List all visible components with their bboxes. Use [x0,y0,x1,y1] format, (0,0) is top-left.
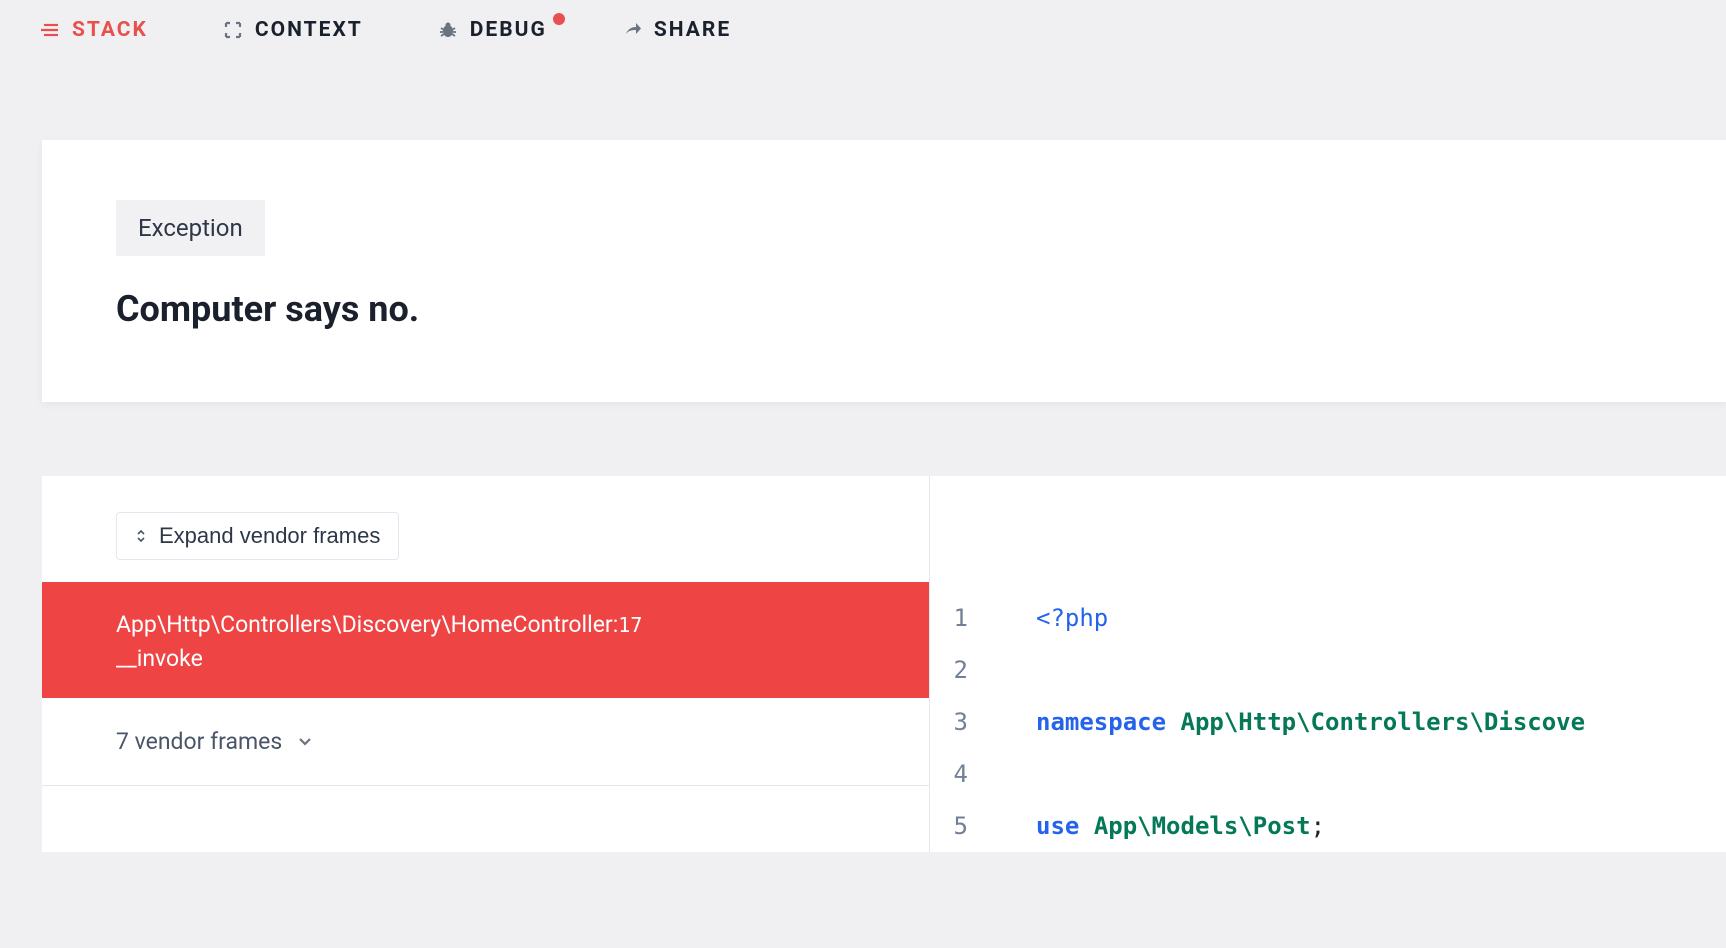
exception-title: Computer says no. [116,288,1652,330]
nav-context-label: CONTEXT [255,18,363,42]
nav-debug-label: DEBUG [470,18,547,42]
stack-frames-panel: Expand vendor frames App\Http\Controller… [42,476,930,852]
nav-share-label: SHARE [654,18,731,42]
expand-arrows-icon [135,528,147,544]
line-number: 5 [930,812,968,840]
code-line: 1 <?php [930,592,1726,644]
line-number: 2 [930,656,968,684]
nav-stack[interactable]: STACK [40,18,148,42]
code-line: 5 use App\Models\Post; [930,800,1726,852]
keyword-use: use [1036,812,1079,840]
stack-container: Expand vendor frames App\Http\Controller… [42,476,1726,852]
frame-line-number: 17 [618,613,642,637]
share-icon [622,20,642,40]
line-number: 3 [930,708,968,736]
vendor-frames-toggle[interactable]: 7 vendor frames [42,698,929,786]
use-path: App\Models\Post [1094,812,1311,840]
exception-card: Exception Computer says no. [42,140,1726,402]
chevron-down-icon [296,732,314,750]
stack-icon [40,20,60,40]
code-panel: 1 <?php 2 3 namespace App\Http\Controlle… [930,476,1726,852]
semicolon: ; [1311,812,1325,840]
code-line: 3 namespace App\Http\Controllers\Discove [930,696,1726,748]
expand-vendor-frames-label: Expand vendor frames [159,523,380,549]
nav-debug[interactable]: DEBUG [438,18,547,42]
php-open-tag: <?php [1036,604,1108,632]
context-icon [223,20,243,40]
active-stack-frame[interactable]: App\Http\Controllers\Discovery\HomeContr… [42,582,929,698]
nav-share[interactable]: SHARE [622,18,731,42]
vendor-frames-label: 7 vendor frames [116,728,282,755]
exception-badge: Exception [116,200,265,256]
code-block: 1 <?php 2 3 namespace App\Http\Controlle… [930,476,1726,852]
nav-context[interactable]: CONTEXT [223,18,363,42]
nav-stack-label: STACK [72,18,148,42]
frame-path-text: App\Http\Controllers\Discovery\HomeContr… [116,611,613,638]
code-line: 2 [930,644,1726,696]
keyword-namespace: namespace [1036,708,1166,736]
debug-indicator-dot [553,13,565,25]
top-nav: STACK CONTEXT DEBU [0,0,1726,60]
line-number: 4 [930,760,968,788]
bug-icon [438,20,458,40]
namespace-path: App\Http\Controllers\Discove [1181,708,1586,736]
line-number: 1 [930,604,968,632]
code-line: 4 [930,748,1726,800]
frame-method: __invoke [116,645,855,672]
expand-vendor-frames-button[interactable]: Expand vendor frames [116,512,399,560]
